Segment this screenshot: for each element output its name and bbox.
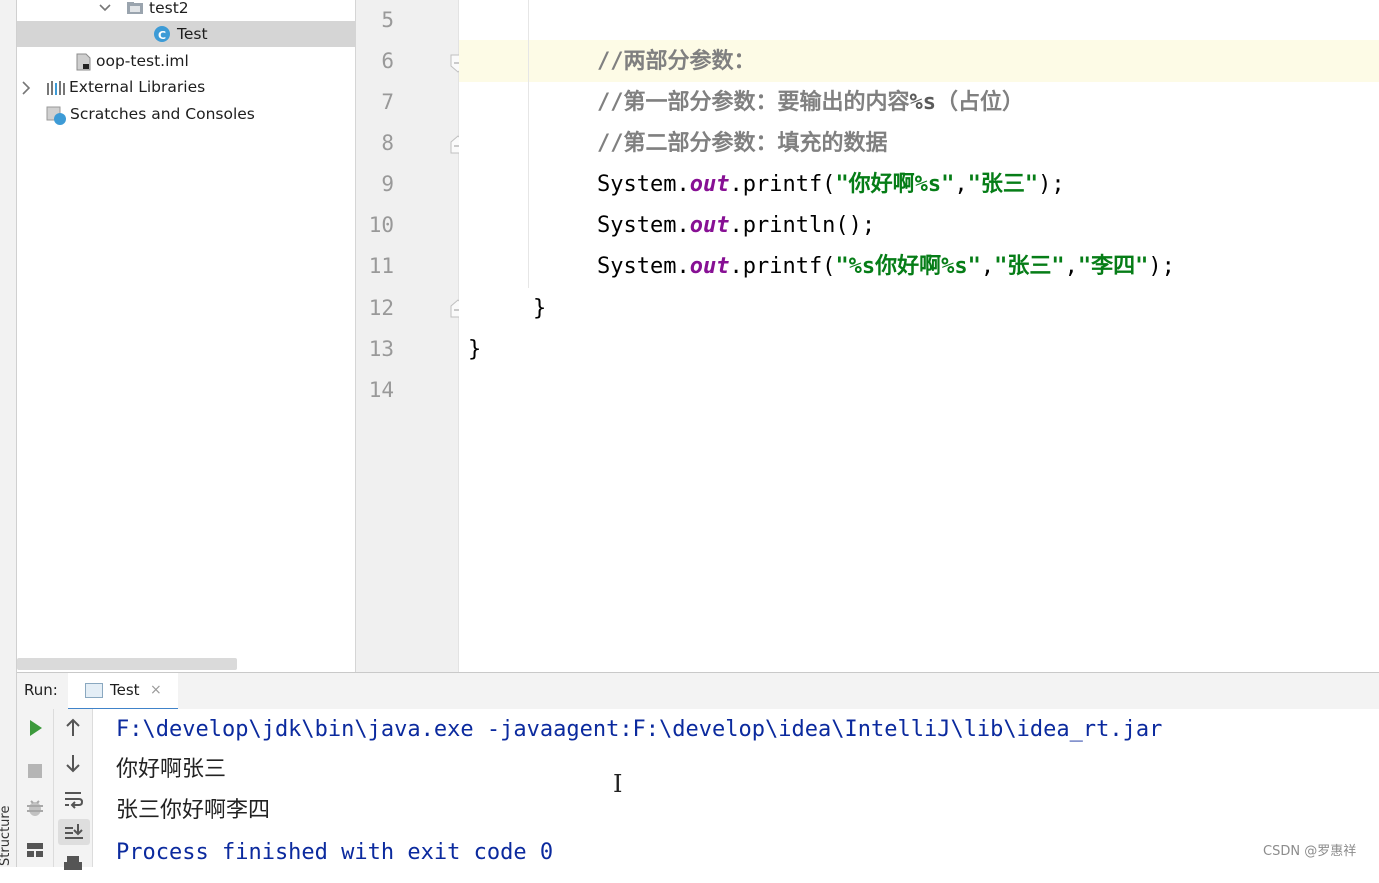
line-number: 5 xyxy=(381,8,394,32)
left-tool-strip xyxy=(0,0,17,867)
line-number: 12 xyxy=(368,296,394,320)
stop-icon[interactable] xyxy=(23,759,47,783)
console-command-line: F:\develop\jdk\bin\java.exe -javaagent:F… xyxy=(116,717,1163,742)
chevron-right-icon[interactable] xyxy=(20,81,32,95)
java-class-icon: C xyxy=(154,26,170,42)
code-token: .printf( xyxy=(729,172,836,197)
code-field: out xyxy=(689,172,730,197)
run-panel-header xyxy=(17,672,1379,710)
code-comment: //第二部分参数：填充的数据 xyxy=(597,131,888,156)
code-string: "%s你好啊%s" xyxy=(835,254,981,279)
code-string: "李四" xyxy=(1077,254,1149,279)
tree-label-iml: oop-test.iml xyxy=(96,52,189,70)
scratches-icon xyxy=(46,106,66,125)
chevron-down-icon[interactable] xyxy=(98,1,112,15)
line-number: 8 xyxy=(381,131,394,155)
folder-icon xyxy=(127,2,143,14)
run-tab-label: Test xyxy=(110,681,140,699)
code-token: , xyxy=(1064,254,1078,279)
code-token: , xyxy=(954,172,968,197)
tree-label-test2: test2 xyxy=(149,0,189,17)
line-number: 7 xyxy=(381,90,394,114)
bug-icon[interactable] xyxy=(23,796,47,820)
code-line-10: System.out.println(); xyxy=(597,205,875,246)
code-line-9: System.out.printf("你好啊%s","张三"); xyxy=(597,164,1065,205)
code-comment: //两部分参数： xyxy=(597,49,756,74)
code-token: System. xyxy=(597,213,690,238)
code-field: out xyxy=(689,213,730,238)
indent-guide xyxy=(528,0,529,288)
layout-icon[interactable] xyxy=(23,838,47,862)
project-horizontal-scrollbar[interactable] xyxy=(17,658,237,670)
up-arrow-icon[interactable] xyxy=(61,716,85,740)
console-output-line: 张三你好啊李四 xyxy=(116,798,271,823)
code-comment-part: （占位） xyxy=(936,90,1025,115)
library-icon xyxy=(47,81,65,95)
scroll-to-end-icon[interactable] xyxy=(62,820,86,844)
svg-text:C: C xyxy=(158,29,166,42)
soft-wrap-icon[interactable] xyxy=(61,787,85,811)
code-token: ); xyxy=(1038,172,1065,197)
console-tab-icon xyxy=(85,683,103,698)
line-number: 9 xyxy=(381,172,394,196)
code-comment-placeholder: %s xyxy=(909,90,937,115)
console-output-line: 你好啊张三 xyxy=(116,757,227,782)
code-line-11: System.out.printf("%s你好啊%s","张三","李四"); xyxy=(597,246,1175,287)
text-cursor-icon: I xyxy=(613,770,623,798)
tree-label-scratches: Scratches and Consoles xyxy=(70,105,255,123)
code-comment-part: //第一部分参数：要输出的内容 xyxy=(597,90,910,115)
code-brace: } xyxy=(533,296,547,321)
line-number: 10 xyxy=(368,213,394,237)
code-string: "张三" xyxy=(967,172,1039,197)
code-token: .println(); xyxy=(729,213,876,238)
run-label: Run: xyxy=(24,681,58,699)
code-comment: //第一部分参数：要输出的内容%s（占位） xyxy=(597,82,1024,123)
code-token: System. xyxy=(597,172,690,197)
code-token: ); xyxy=(1148,254,1175,279)
code-field: out xyxy=(689,254,730,279)
code-string: "你好啊%s" xyxy=(835,172,955,197)
print-icon[interactable] xyxy=(61,852,85,876)
run-icon[interactable] xyxy=(23,716,47,740)
line-number: 14 xyxy=(368,378,394,402)
line-number: 6 xyxy=(381,49,394,73)
code-token: , xyxy=(980,254,995,279)
line-number: 11 xyxy=(368,254,394,278)
code-string: "张三" xyxy=(994,254,1065,279)
iml-file-icon xyxy=(76,53,91,71)
close-icon[interactable]: × xyxy=(150,682,162,698)
code-brace: } xyxy=(468,337,482,362)
code-token: System. xyxy=(597,254,690,279)
watermark: CSDN @罗惠祥 xyxy=(1263,844,1357,859)
tree-label-test: Test xyxy=(177,25,208,43)
console-exit-line: Process finished with exit code 0 xyxy=(116,840,554,865)
down-arrow-icon[interactable] xyxy=(61,751,85,775)
code-token: .printf( xyxy=(729,254,836,279)
line-number: 13 xyxy=(368,337,394,361)
structure-side-tab[interactable]: Structure xyxy=(0,806,14,866)
tree-label-external-libraries: External Libraries xyxy=(69,78,206,96)
